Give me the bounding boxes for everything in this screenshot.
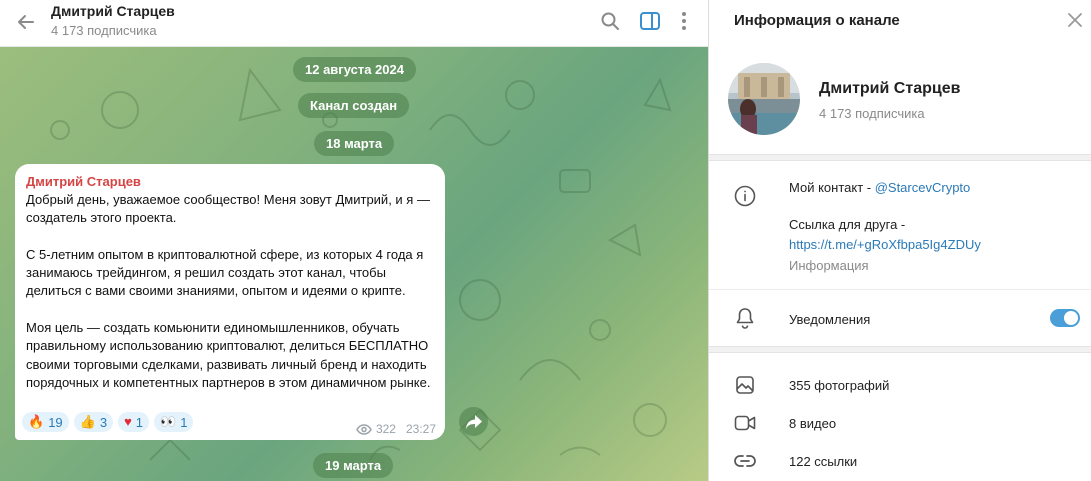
friend-link-url[interactable]: https://t.me/+gRoXfbpa5Ig4ZDUy bbox=[789, 237, 981, 252]
fire-icon: 🔥 bbox=[28, 414, 45, 429]
reactions-bar: 🔥 19 👍 3 ♥ 1 👀 1 bbox=[22, 412, 194, 432]
reaction-count: 1 bbox=[180, 414, 188, 430]
service-message: Канал создан bbox=[298, 93, 410, 118]
back-button[interactable] bbox=[10, 6, 42, 38]
reaction-count: 19 bbox=[48, 414, 63, 430]
arrow-left-icon bbox=[18, 15, 34, 29]
section-divider bbox=[709, 154, 1091, 161]
media-photos-row[interactable]: 355 фотографий bbox=[709, 366, 1091, 404]
toggle-sidebar-button[interactable] bbox=[635, 6, 665, 36]
media-links-row[interactable]: 122 ссылки bbox=[709, 442, 1091, 480]
channel-name: Дмитрий Старцев bbox=[819, 80, 961, 97]
bell-icon-wrap bbox=[734, 307, 756, 329]
notifications-toggle[interactable] bbox=[1050, 309, 1080, 327]
contact-line: Мой контакт - @StarcevCrypto bbox=[789, 180, 970, 195]
info-header: Информация о канале bbox=[709, 0, 1091, 40]
video-icon bbox=[734, 415, 756, 431]
chat-header: Дмитрий Старцев 4 173 подписчика bbox=[0, 0, 708, 47]
channel-post[interactable]: Дмитрий Старцев Добрый день, уважаемое с… bbox=[15, 164, 445, 440]
search-button[interactable] bbox=[595, 6, 625, 36]
post-text: Добрый день, уважаемое сообщество! Меня … bbox=[26, 192, 431, 390]
links-count: 122 ссылки bbox=[789, 454, 858, 469]
contact-label: Мой контакт - bbox=[789, 180, 875, 195]
media-videos-row[interactable]: 8 видео bbox=[709, 404, 1091, 442]
post-author[interactable]: Дмитрий Старцев bbox=[26, 173, 434, 191]
more-menu-button[interactable] bbox=[669, 6, 699, 36]
link-icon bbox=[734, 455, 756, 467]
share-button[interactable] bbox=[459, 407, 488, 436]
friend-link-label: Ссылка для друга - bbox=[789, 217, 906, 232]
avatar-photo bbox=[728, 63, 800, 135]
reaction-fire[interactable]: 🔥 19 bbox=[22, 412, 69, 432]
date-separator: 12 августа 2024 bbox=[293, 57, 416, 82]
reaction-count: 3 bbox=[99, 414, 108, 430]
contact-handle-link[interactable]: @StarcevCrypto bbox=[875, 180, 971, 195]
chat-area: Дмитрий Старцев 4 173 подписчика 12 авгу… bbox=[0, 0, 708, 481]
post-views: 322 bbox=[375, 422, 396, 436]
bell-icon bbox=[736, 308, 754, 329]
toggle-knob bbox=[1064, 311, 1078, 325]
photo-icon-wrap bbox=[734, 374, 756, 396]
reaction-count: 1 bbox=[135, 414, 144, 430]
post-time: 23:27 bbox=[405, 422, 436, 436]
thumbs-up-icon: 👍 bbox=[79, 414, 96, 429]
channel-avatar[interactable] bbox=[728, 63, 800, 135]
reaction-thumbs-up[interactable]: 👍 3 bbox=[73, 412, 114, 432]
chat-subscribers: 4 173 подписчика bbox=[51, 23, 157, 38]
close-icon bbox=[1068, 13, 1082, 27]
channel-info-panel: Информация о канале Дмитрий Старцев 4 17… bbox=[708, 0, 1091, 481]
reaction-heart[interactable]: ♥ 1 bbox=[118, 412, 150, 432]
date-separator: 18 марта bbox=[314, 131, 395, 156]
eye-icon bbox=[356, 423, 372, 435]
photo-icon bbox=[736, 376, 754, 394]
sidebar-icon bbox=[640, 12, 660, 30]
chat-title[interactable]: Дмитрий Старцев bbox=[51, 3, 175, 19]
share-arrow-icon bbox=[465, 414, 482, 429]
section-divider bbox=[709, 346, 1091, 353]
heart-icon: ♥ bbox=[124, 414, 132, 429]
search-icon bbox=[601, 12, 619, 30]
videos-count: 8 видео bbox=[789, 416, 837, 431]
link-icon-wrap bbox=[734, 450, 756, 472]
date-separator: 19 марта bbox=[313, 453, 394, 478]
photos-count: 355 фотографий bbox=[789, 378, 890, 393]
reaction-eyes[interactable]: 👀 1 bbox=[154, 412, 194, 432]
info-title: Информация о канале bbox=[734, 12, 900, 29]
channel-subscribers: 4 173 подписчика bbox=[819, 106, 925, 121]
close-button[interactable] bbox=[1065, 10, 1085, 30]
more-vertical-icon bbox=[682, 12, 686, 30]
post-meta: 322 23:27 bbox=[356, 422, 436, 436]
eyes-icon: 👀 bbox=[160, 414, 177, 429]
info-icon-wrap bbox=[734, 185, 756, 207]
notifications-label: Уведомления bbox=[789, 312, 871, 327]
video-icon-wrap bbox=[734, 412, 756, 434]
info-icon bbox=[734, 185, 756, 207]
info-caption: Информация bbox=[789, 258, 869, 273]
row-divider bbox=[709, 289, 1091, 290]
